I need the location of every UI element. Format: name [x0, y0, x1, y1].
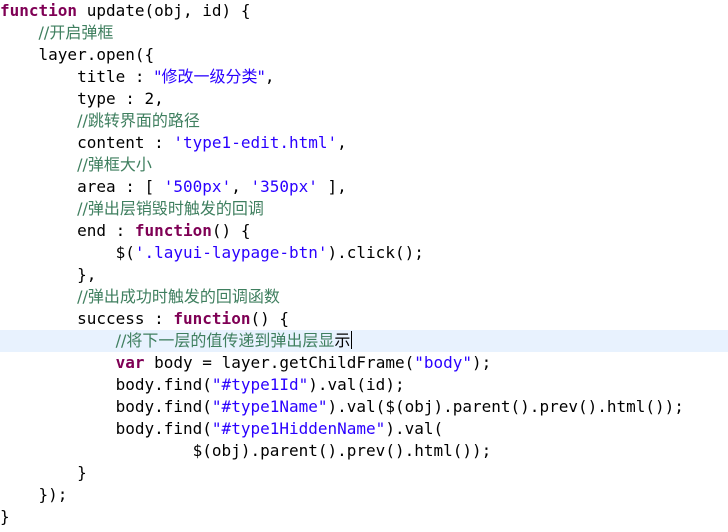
- code-string: "#type1Name": [211, 397, 328, 416]
- code-text: $(obj).parent().prev().html());: [192, 441, 492, 460]
- code-string: "body": [414, 353, 473, 372]
- code-line[interactable]: function update(obj, id) {: [0, 0, 728, 22]
- code-string: '.layui-laypage-btn': [134, 243, 328, 262]
- code-text: $(: [115, 243, 135, 262]
- code-text: content :: [77, 133, 174, 152]
- code-line[interactable]: body.find("#type1Id").val(id);: [0, 374, 728, 396]
- code-line[interactable]: }: [0, 506, 728, 528]
- code-text: success :: [77, 309, 174, 328]
- code-text: ,: [264, 67, 275, 86]
- code-line[interactable]: $('.layui-laypage-btn').click();: [0, 242, 728, 264]
- code-text: area : [: [77, 177, 164, 196]
- code-line[interactable]: layer.open({: [0, 44, 728, 66]
- code-text: body = layer.getChildFrame(: [144, 353, 415, 372]
- code-text: title :: [77, 67, 155, 86]
- code-text: 示: [334, 331, 351, 350]
- code-text: () {: [250, 309, 289, 328]
- code-text: ).val($(obj).parent().prev().html());: [327, 397, 684, 416]
- code-text: () {: [211, 221, 251, 240]
- code-line[interactable]: $(obj).parent().prev().html());: [0, 440, 728, 462]
- code-string: '350px': [250, 177, 318, 196]
- code-keyword: function: [0, 1, 78, 20]
- code-line[interactable]: //弹框大小: [0, 154, 728, 176]
- code-line[interactable]: }: [0, 462, 728, 484]
- code-text: ).val(: [385, 419, 444, 438]
- code-line[interactable]: var body = layer.getChildFrame("body");: [0, 352, 728, 374]
- code-text: );: [472, 353, 492, 372]
- code-editor[interactable]: function update(obj, id) { //开启弹框 layer.…: [0, 0, 728, 532]
- code-text: }: [77, 463, 87, 482]
- code-string: '500px': [163, 177, 232, 196]
- code-text: body.find(: [115, 375, 212, 394]
- code-text: }: [0, 507, 10, 526]
- code-text: ).val(id);: [308, 375, 405, 394]
- code-line[interactable]: },: [0, 264, 728, 286]
- code-line[interactable]: end : function() {: [0, 220, 728, 242]
- code-keyword: var: [115, 353, 145, 372]
- code-text: end :: [77, 221, 135, 240]
- code-text: ).click();: [327, 243, 424, 262]
- code-text: },: [77, 265, 97, 284]
- code-line[interactable]: content : 'type1-edit.html',: [0, 132, 728, 154]
- code-line[interactable]: //开启弹框: [0, 22, 728, 44]
- code-text: body.find(: [115, 397, 212, 416]
- code-line[interactable]: area : [ '500px', '350px' ],: [0, 176, 728, 198]
- code-line[interactable]: body.find("#type1HiddenName").val(: [0, 418, 728, 440]
- code-text: });: [38, 485, 68, 504]
- code-comment: //开启弹框: [38, 23, 114, 42]
- code-text: ,: [337, 133, 347, 152]
- code-text: update(obj, id) {: [77, 1, 251, 20]
- code-line[interactable]: success : function() {: [0, 308, 728, 330]
- code-line[interactable]: });: [0, 484, 728, 506]
- code-comment: //弹出层销毁时触发的回调: [77, 199, 264, 218]
- code-text: body.find(: [115, 419, 212, 438]
- code-string: "修改一级分类": [154, 67, 265, 86]
- code-comment: //弹出成功时触发的回调函数: [77, 287, 280, 306]
- code-comment: //将下一层的值传递到弹出层显: [115, 331, 335, 350]
- code-keyword: function: [173, 309, 251, 328]
- code-line[interactable]: //弹出层销毁时触发的回调: [0, 198, 728, 220]
- code-line[interactable]: //弹出成功时触发的回调函数: [0, 286, 728, 308]
- code-line[interactable]: //将下一层的值传递到弹出层显示: [0, 330, 728, 352]
- code-string: "#type1HiddenName": [211, 419, 386, 438]
- code-string: 'type1-edit.html': [173, 133, 338, 152]
- code-text: layer.open({: [38, 45, 155, 64]
- code-text: type : 2,: [77, 89, 164, 108]
- code-text: ,: [231, 177, 251, 196]
- code-line[interactable]: type : 2,: [0, 88, 728, 110]
- code-comment: //跳转界面的路径: [77, 111, 200, 130]
- code-line[interactable]: title : "修改一级分类",: [0, 66, 728, 88]
- text-cursor: [351, 331, 353, 349]
- code-line[interactable]: body.find("#type1Name").val($(obj).paren…: [0, 396, 728, 418]
- code-line[interactable]: //跳转界面的路径: [0, 110, 728, 132]
- code-keyword: function: [134, 221, 212, 240]
- code-text: ],: [317, 177, 347, 196]
- code-string: "#type1Id": [211, 375, 309, 394]
- code-comment: //弹框大小: [77, 155, 152, 174]
